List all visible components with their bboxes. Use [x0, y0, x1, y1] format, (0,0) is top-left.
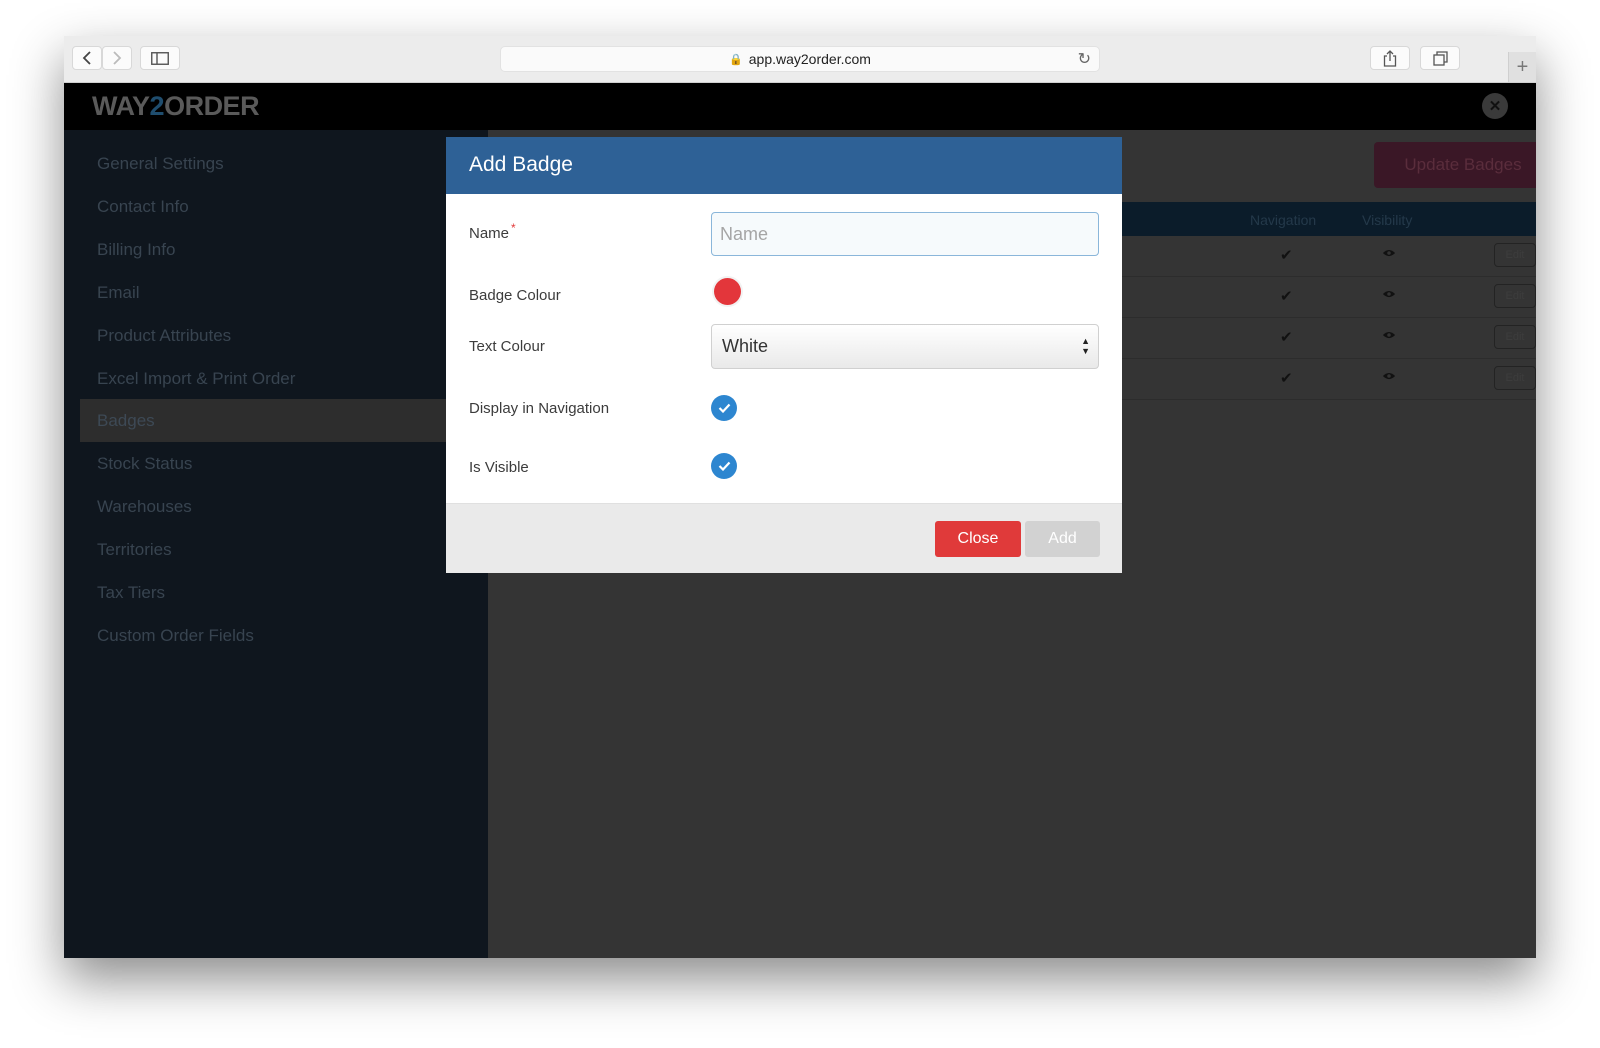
- tabs-icon[interactable]: [1420, 46, 1460, 70]
- sidebar-item-contact-info[interactable]: Contact Info: [80, 185, 488, 228]
- text-colour-select[interactable]: White ▲ ▼: [711, 324, 1099, 369]
- back-icon[interactable]: [72, 46, 102, 70]
- sidebar-item-general-settings[interactable]: General Settings: [80, 142, 488, 185]
- new-tab-icon[interactable]: +: [1508, 52, 1536, 82]
- text-colour-label: Text Colour: [469, 338, 545, 355]
- close-button[interactable]: Close: [935, 521, 1021, 557]
- badge-colour-label: Badge Colour: [469, 287, 561, 304]
- edit-button[interactable]: Edit: [1494, 243, 1536, 267]
- share-icon[interactable]: [1370, 46, 1410, 70]
- edit-button[interactable]: Edit: [1494, 325, 1536, 349]
- edit-button[interactable]: Edit: [1494, 366, 1536, 390]
- reload-icon[interactable]: ↻: [1078, 49, 1091, 69]
- checkmark-icon: [718, 403, 730, 413]
- eye-icon: [1382, 372, 1396, 380]
- column-navigation: Navigation: [1250, 212, 1317, 228]
- sidebar-item-badges[interactable]: Badges: [80, 399, 488, 442]
- column-visibility: Visibility: [1362, 212, 1413, 228]
- check-icon: ✔: [1280, 247, 1293, 264]
- edit-button[interactable]: Edit: [1494, 284, 1536, 308]
- modal-title: Add Badge: [469, 153, 573, 176]
- sidebar-item-product-attributes[interactable]: Product Attributes: [80, 314, 488, 357]
- text-colour-value: White: [722, 336, 769, 356]
- update-badges-button[interactable]: Update Badges: [1374, 142, 1536, 188]
- browser-toolbar: 🔒 app.way2order.com ↻ +: [64, 36, 1536, 83]
- display-nav-label: Display in Navigation: [469, 400, 610, 417]
- check-icon: ✔: [1280, 288, 1293, 305]
- sidebar-item-email[interactable]: Email: [80, 271, 488, 314]
- eye-icon: [1382, 331, 1396, 339]
- name-label: Name *: [469, 221, 516, 242]
- sidebar-toggle-icon[interactable]: [140, 46, 180, 70]
- check-icon: ✔: [1280, 329, 1293, 346]
- eye-icon: [1382, 249, 1396, 257]
- address-bar[interactable]: 🔒 app.way2order.com ↻: [500, 46, 1100, 72]
- sidebar-item-stock-status[interactable]: Stock Status: [80, 442, 488, 485]
- modal-footer: Close Add: [446, 503, 1122, 573]
- add-badge-modal: Add Badge Name* Badge Colour Text Colour…: [446, 137, 1122, 573]
- sidebar-item-custom-order-fields[interactable]: Custom Order Fields: [80, 614, 488, 657]
- sidebar-item-billing-info[interactable]: Billing Info: [80, 228, 488, 271]
- sidebar-item-territories[interactable]: Territories: [80, 528, 488, 571]
- checkmark-icon: [718, 461, 730, 471]
- is-visible-label: Is Visible: [469, 459, 529, 476]
- url-text: app.way2order.com: [748, 51, 871, 67]
- way2order-logo: WAY2ORDER: [92, 91, 260, 121]
- name-input[interactable]: [711, 212, 1099, 256]
- select-arrows-icon: ▲ ▼: [1081, 336, 1090, 356]
- sidebar-item-tax-tiers[interactable]: Tax Tiers: [80, 571, 488, 614]
- app-header: WAY2ORDER ✕: [64, 83, 1536, 130]
- sidebar-item-warehouses[interactable]: Warehouses: [80, 485, 488, 528]
- badge-colour-picker[interactable]: [714, 278, 741, 305]
- forward-icon[interactable]: [102, 46, 132, 70]
- display-nav-checkbox[interactable]: [711, 395, 737, 421]
- check-icon: ✔: [1280, 370, 1293, 387]
- modal-header: Add Badge: [446, 137, 1122, 194]
- lock-icon: 🔒: [729, 53, 743, 66]
- is-visible-checkbox[interactable]: [711, 453, 737, 479]
- settings-sidebar: General Settings Contact Info Billing In…: [64, 130, 488, 958]
- eye-icon: [1382, 290, 1396, 298]
- add-button[interactable]: Add: [1025, 521, 1100, 557]
- sidebar-item-excel-import[interactable]: Excel Import & Print Order: [80, 357, 488, 400]
- required-marker: *: [511, 221, 516, 235]
- close-icon[interactable]: ✕: [1482, 93, 1508, 119]
